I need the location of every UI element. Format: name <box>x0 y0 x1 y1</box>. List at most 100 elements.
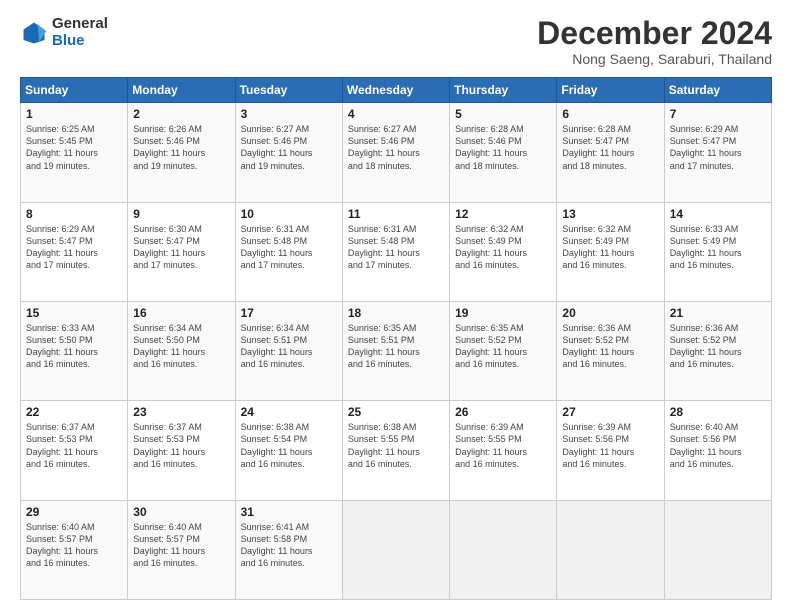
day-number: 13 <box>562 207 658 221</box>
day-number: 16 <box>133 306 229 320</box>
day-cell: 18 Sunrise: 6:35 AM Sunset: 5:51 PM Dayli… <box>342 301 449 400</box>
day-cell: 19Sunrise: 6:35 AM Sunset: 5:52 PM Dayli… <box>450 301 557 400</box>
day-info: Sunrise: 6:33 AM Sunset: 5:49 PM Dayligh… <box>670 223 766 272</box>
day-number: 4 <box>348 107 444 121</box>
day-number: 23 <box>133 405 229 419</box>
day-cell: 23 Sunrise: 6:37 AM Sunset: 5:53 PM Dayli… <box>128 401 235 500</box>
header: General Blue December 2024 Nong Saeng, S… <box>20 16 772 67</box>
day-number: 26 <box>455 405 551 419</box>
day-info: Sunrise: 6:32 AM Sunset: 5:49 PM Dayligh… <box>455 223 551 272</box>
day-number: 29 <box>26 505 122 519</box>
day-info: Sunrise: 6:33 AM Sunset: 5:50 PM Dayligh… <box>26 322 122 371</box>
day-number: 20 <box>562 306 658 320</box>
week-row-2: 15 Sunrise: 6:33 AM Sunset: 5:50 PM Dayli… <box>21 301 772 400</box>
title-area: December 2024 Nong Saeng, Saraburi, Thai… <box>537 16 772 67</box>
day-cell: 24Sunrise: 6:38 AM Sunset: 5:54 PM Dayli… <box>235 401 342 500</box>
header-day-thursday: Thursday <box>450 78 557 103</box>
day-cell: 29 Sunrise: 6:40 AM Sunset: 5:57 PM Dayli… <box>21 500 128 599</box>
day-cell <box>450 500 557 599</box>
week-row-1: 8Sunrise: 6:29 AM Sunset: 5:47 PM Daylig… <box>21 202 772 301</box>
day-info: Sunrise: 6:40 AM Sunset: 5:57 PM Dayligh… <box>133 521 229 570</box>
day-cell: 4 Sunrise: 6:27 AM Sunset: 5:46 PM Daylig… <box>342 103 449 202</box>
day-number: 28 <box>670 405 766 419</box>
day-number: 7 <box>670 107 766 121</box>
day-cell: 25Sunrise: 6:38 AM Sunset: 5:55 PM Dayli… <box>342 401 449 500</box>
day-info: Sunrise: 6:40 AM Sunset: 5:57 PM Dayligh… <box>26 521 122 570</box>
day-cell: 27Sunrise: 6:39 AM Sunset: 5:56 PM Dayli… <box>557 401 664 500</box>
day-info: Sunrise: 6:37 AM Sunset: 5:53 PM Dayligh… <box>133 421 229 470</box>
logo-blue: Blue <box>52 33 108 50</box>
day-number: 15 <box>26 306 122 320</box>
day-info: Sunrise: 6:25 AM Sunset: 5:45 PM Dayligh… <box>26 123 122 172</box>
day-cell: 17 Sunrise: 6:34 AM Sunset: 5:51 PM Dayli… <box>235 301 342 400</box>
day-info: Sunrise: 6:32 AM Sunset: 5:49 PM Dayligh… <box>562 223 658 272</box>
day-cell: 21 Sunrise: 6:36 AM Sunset: 5:52 PM Dayli… <box>664 301 771 400</box>
logo-icon <box>20 19 48 47</box>
day-info: Sunrise: 6:31 AM Sunset: 5:48 PM Dayligh… <box>348 223 444 272</box>
day-cell: 16 Sunrise: 6:34 AM Sunset: 5:50 PM Dayli… <box>128 301 235 400</box>
main-title: December 2024 <box>537 16 772 51</box>
page: General Blue December 2024 Nong Saeng, S… <box>0 0 792 612</box>
day-cell: 12Sunrise: 6:32 AM Sunset: 5:49 PM Dayli… <box>450 202 557 301</box>
day-cell: 5 Sunrise: 6:28 AM Sunset: 5:46 PM Daylig… <box>450 103 557 202</box>
day-cell: 9Sunrise: 6:30 AM Sunset: 5:47 PM Daylig… <box>128 202 235 301</box>
day-cell: 26 Sunrise: 6:39 AM Sunset: 5:55 PM Dayli… <box>450 401 557 500</box>
header-row: SundayMondayTuesdayWednesdayThursdayFrid… <box>21 78 772 103</box>
day-cell: 30Sunrise: 6:40 AM Sunset: 5:57 PM Dayli… <box>128 500 235 599</box>
day-info: Sunrise: 6:27 AM Sunset: 5:46 PM Dayligh… <box>348 123 444 172</box>
day-cell: 20 Sunrise: 6:36 AM Sunset: 5:52 PM Dayli… <box>557 301 664 400</box>
week-row-3: 22 Sunrise: 6:37 AM Sunset: 5:53 PM Dayli… <box>21 401 772 500</box>
day-info: Sunrise: 6:28 AM Sunset: 5:46 PM Dayligh… <box>455 123 551 172</box>
header-day-wednesday: Wednesday <box>342 78 449 103</box>
day-number: 17 <box>241 306 337 320</box>
week-row-4: 29 Sunrise: 6:40 AM Sunset: 5:57 PM Dayli… <box>21 500 772 599</box>
day-info: Sunrise: 6:31 AM Sunset: 5:48 PM Dayligh… <box>241 223 337 272</box>
day-number: 21 <box>670 306 766 320</box>
day-info: Sunrise: 6:28 AM Sunset: 5:47 PM Dayligh… <box>562 123 658 172</box>
day-cell <box>557 500 664 599</box>
day-number: 11 <box>348 207 444 221</box>
day-number: 22 <box>26 405 122 419</box>
day-cell: 22 Sunrise: 6:37 AM Sunset: 5:53 PM Dayli… <box>21 401 128 500</box>
day-cell: 6Sunrise: 6:28 AM Sunset: 5:47 PM Daylig… <box>557 103 664 202</box>
week-row-0: 1Sunrise: 6:25 AM Sunset: 5:45 PM Daylig… <box>21 103 772 202</box>
day-info: Sunrise: 6:37 AM Sunset: 5:53 PM Dayligh… <box>26 421 122 470</box>
day-cell: 11 Sunrise: 6:31 AM Sunset: 5:48 PM Dayli… <box>342 202 449 301</box>
day-number: 31 <box>241 505 337 519</box>
day-info: Sunrise: 6:40 AM Sunset: 5:56 PM Dayligh… <box>670 421 766 470</box>
day-info: Sunrise: 6:27 AM Sunset: 5:46 PM Dayligh… <box>241 123 337 172</box>
day-cell: 3Sunrise: 6:27 AM Sunset: 5:46 PM Daylig… <box>235 103 342 202</box>
calendar-body: 1Sunrise: 6:25 AM Sunset: 5:45 PM Daylig… <box>21 103 772 600</box>
day-cell: 2Sunrise: 6:26 AM Sunset: 5:46 PM Daylig… <box>128 103 235 202</box>
day-number: 10 <box>241 207 337 221</box>
day-info: Sunrise: 6:38 AM Sunset: 5:55 PM Dayligh… <box>348 421 444 470</box>
day-info: Sunrise: 6:35 AM Sunset: 5:51 PM Dayligh… <box>348 322 444 371</box>
day-cell: 7 Sunrise: 6:29 AM Sunset: 5:47 PM Daylig… <box>664 103 771 202</box>
day-number: 18 <box>348 306 444 320</box>
logo: General Blue <box>20 16 108 49</box>
calendar-table: SundayMondayTuesdayWednesdayThursdayFrid… <box>20 77 772 600</box>
day-info: Sunrise: 6:34 AM Sunset: 5:50 PM Dayligh… <box>133 322 229 371</box>
day-info: Sunrise: 6:29 AM Sunset: 5:47 PM Dayligh… <box>670 123 766 172</box>
day-info: Sunrise: 6:36 AM Sunset: 5:52 PM Dayligh… <box>562 322 658 371</box>
logo-general: General <box>52 16 108 33</box>
day-info: Sunrise: 6:41 AM Sunset: 5:58 PM Dayligh… <box>241 521 337 570</box>
day-number: 9 <box>133 207 229 221</box>
day-info: Sunrise: 6:39 AM Sunset: 5:55 PM Dayligh… <box>455 421 551 470</box>
day-cell: 31 Sunrise: 6:41 AM Sunset: 5:58 PM Dayli… <box>235 500 342 599</box>
day-number: 14 <box>670 207 766 221</box>
day-number: 5 <box>455 107 551 121</box>
day-info: Sunrise: 6:35 AM Sunset: 5:52 PM Dayligh… <box>455 322 551 371</box>
day-number: 24 <box>241 405 337 419</box>
day-cell: 15 Sunrise: 6:33 AM Sunset: 5:50 PM Dayli… <box>21 301 128 400</box>
day-info: Sunrise: 6:36 AM Sunset: 5:52 PM Dayligh… <box>670 322 766 371</box>
day-info: Sunrise: 6:26 AM Sunset: 5:46 PM Dayligh… <box>133 123 229 172</box>
day-info: Sunrise: 6:29 AM Sunset: 5:47 PM Dayligh… <box>26 223 122 272</box>
header-day-monday: Monday <box>128 78 235 103</box>
day-info: Sunrise: 6:34 AM Sunset: 5:51 PM Dayligh… <box>241 322 337 371</box>
day-info: Sunrise: 6:39 AM Sunset: 5:56 PM Dayligh… <box>562 421 658 470</box>
header-day-sunday: Sunday <box>21 78 128 103</box>
day-cell <box>342 500 449 599</box>
day-cell: 28 Sunrise: 6:40 AM Sunset: 5:56 PM Dayli… <box>664 401 771 500</box>
header-day-saturday: Saturday <box>664 78 771 103</box>
